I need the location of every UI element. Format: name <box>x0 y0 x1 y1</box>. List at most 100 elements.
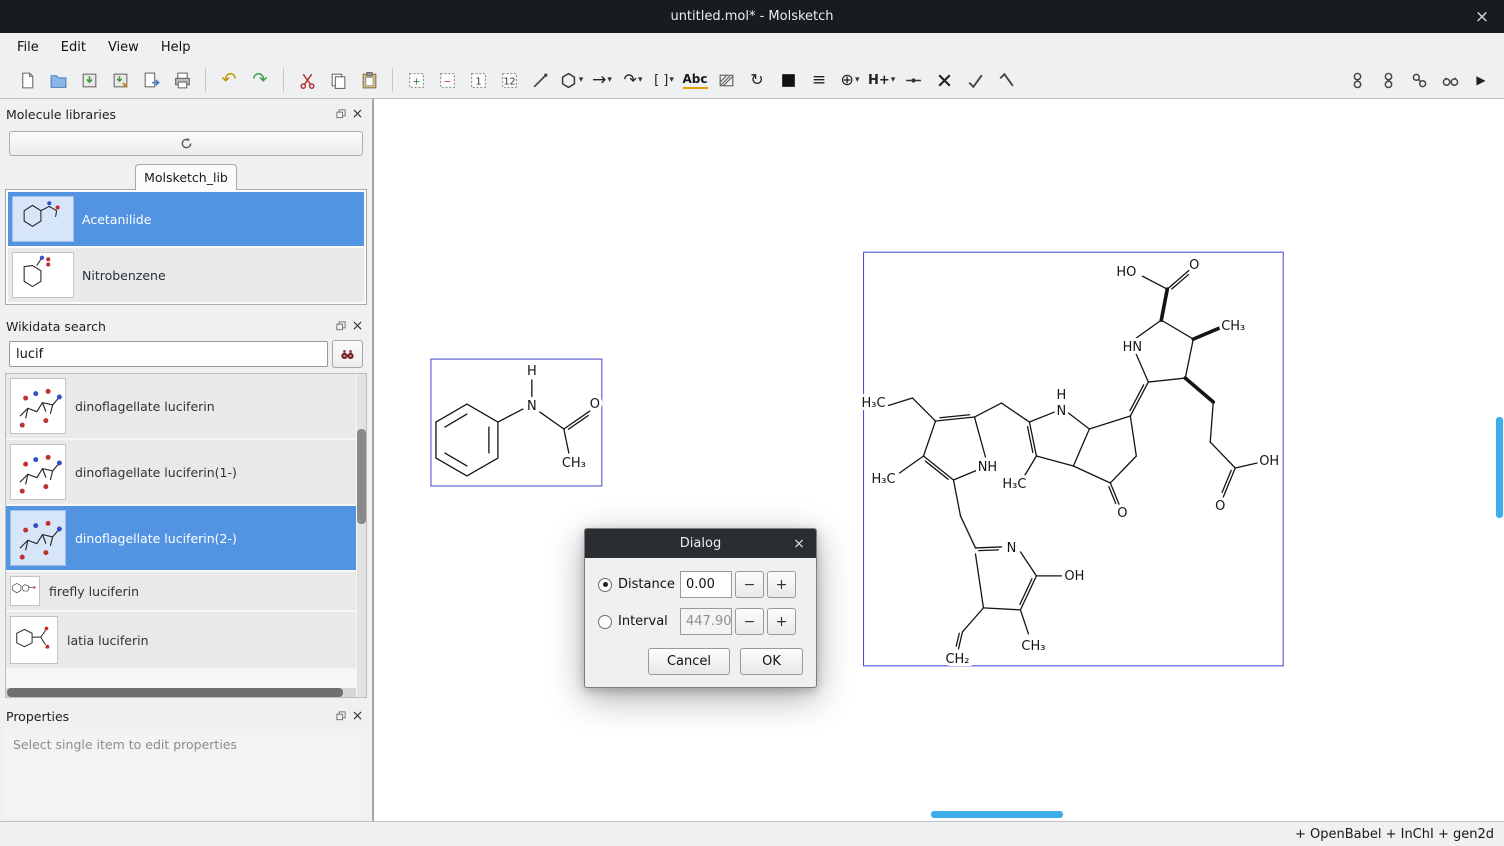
save-icon[interactable] <box>76 66 102 94</box>
distance-field[interactable]: 0.00 <box>680 571 732 598</box>
chain-tool-2-icon[interactable] <box>1375 66 1401 94</box>
wikidata-search-button[interactable] <box>332 340 363 368</box>
wikidata-horizontal-scrollbar[interactable] <box>6 688 356 697</box>
chain-tool-3-icon[interactable] <box>1406 66 1432 94</box>
library-item-label: Nitrobenzene <box>82 268 166 283</box>
copy-icon[interactable] <box>325 66 351 94</box>
ok-button[interactable]: OK <box>740 648 803 675</box>
interval-increment-button[interactable]: + <box>767 608 796 635</box>
rotate-tool-icon[interactable]: ↻ <box>744 66 770 94</box>
flip-horizontal-icon[interactable] <box>962 66 988 94</box>
wikidata-result-item[interactable]: dinoflagellate luciferin(2-) <box>6 506 356 570</box>
library-item[interactable]: Acetanilide <box>8 192 364 246</box>
bracket-tool-icon[interactable]: [ ]▾ <box>651 66 677 94</box>
dialog-titlebar[interactable]: Dialog × <box>585 529 816 558</box>
wikidata-close-icon[interactable]: × <box>349 318 366 335</box>
wikidata-float-icon[interactable] <box>332 318 349 335</box>
molecule-thumbnail <box>13 197 73 241</box>
mechanism-arrow-tool-dropdown-icon[interactable]: ▾ <box>638 75 643 85</box>
dialog-title: Dialog <box>680 536 721 551</box>
ring-tool-icon[interactable]: ▾ <box>558 66 584 94</box>
svg-text:CH₃: CH₃ <box>562 456 586 471</box>
cut-icon[interactable] <box>294 66 320 94</box>
svg-text:O: O <box>1189 258 1199 273</box>
wikidata-result-item[interactable]: firefly luciferin <box>6 572 356 610</box>
hydrogen-tool-icon[interactable]: H+▾ <box>868 66 895 94</box>
insert-plus-icon[interactable]: + <box>403 66 429 94</box>
interval-field[interactable]: 447.90 <box>680 608 732 635</box>
charge-tool-dropdown-icon[interactable]: ▾ <box>855 75 860 85</box>
text-tool-icon[interactable]: Abc <box>682 66 708 94</box>
window-close-icon[interactable]: × <box>1468 0 1496 33</box>
svg-text:N: N <box>527 399 537 414</box>
molecule-scene[interactable]: NHOCH₃HNHNNHNOHOCH₃OHOOH₃CH₃CH₃COHCH₃CH₂ <box>374 99 1504 821</box>
properties-hint: Select single item to edit properties <box>5 729 367 760</box>
dialog-close-icon[interactable]: × <box>788 529 810 558</box>
svg-text:−: − <box>443 76 451 87</box>
reaction-arrow-tool-dropdown-icon[interactable]: ▾ <box>607 75 612 85</box>
export-icon[interactable] <box>138 66 164 94</box>
bracket-tool-dropdown-icon[interactable]: ▾ <box>669 75 674 85</box>
flip-vertical-icon[interactable] <box>993 66 1019 94</box>
menu-edit[interactable]: Edit <box>50 36 97 59</box>
properties-panel: Properties × Select single item to edit … <box>0 705 372 821</box>
view-tool-icon[interactable] <box>1437 66 1463 94</box>
molecule-thumbnail <box>11 511 65 565</box>
distance-radio[interactable] <box>598 578 612 592</box>
cancel-button[interactable]: Cancel <box>648 648 730 675</box>
library-tab-molsketch-lib[interactable]: Molsketch_lib <box>135 164 237 190</box>
wikidata-search-input[interactable] <box>9 341 328 367</box>
drawing-canvas[interactable]: NHOCH₃HNHNNHNOHOCH₃OHOOH₃CH₃CH₃COHCH₃CH₂… <box>373 99 1504 821</box>
redo-icon[interactable]: ↷ <box>247 66 273 94</box>
delete-tool-icon[interactable] <box>931 66 957 94</box>
canvas-horizontal-scrollbar[interactable] <box>931 811 1063 818</box>
wikidata-result-label: firefly luciferin <box>49 584 139 599</box>
distance-increment-button[interactable]: + <box>767 571 796 598</box>
properties-body: Select single item to edit properties <box>5 729 367 817</box>
libraries-panel-header: Molecule libraries × <box>0 103 372 125</box>
line-width-icon[interactable]: ≡ <box>806 66 832 94</box>
new-file-icon[interactable] <box>14 66 40 94</box>
svg-text:CH₂: CH₂ <box>945 652 969 667</box>
menu-view[interactable]: View <box>97 36 150 59</box>
color-swatch-icon[interactable] <box>775 66 801 94</box>
library-refresh-button[interactable] <box>9 131 363 156</box>
svg-text:CH₃: CH₃ <box>1021 639 1045 654</box>
chain-tool-1-icon[interactable] <box>1344 66 1370 94</box>
insert-minus-icon[interactable]: − <box>434 66 460 94</box>
undo-icon[interactable]: ↶ <box>216 66 242 94</box>
status-text: + OpenBabel + InChI + gen2d <box>1295 827 1494 842</box>
molecule-thumbnail <box>11 379 65 433</box>
interval-radio[interactable] <box>598 615 612 629</box>
interval-decrement-button[interactable]: − <box>735 608 764 635</box>
libraries-close-icon[interactable]: × <box>349 106 366 123</box>
open-file-icon[interactable] <box>45 66 71 94</box>
distance-decrement-button[interactable]: − <box>735 571 764 598</box>
wikidata-result-item[interactable]: dinoflagellate luciferin(1-) <box>6 440 356 504</box>
reaction-arrow-tool-icon[interactable]: →▾ <box>589 66 615 94</box>
libraries-float-icon[interactable] <box>332 106 349 123</box>
library-item[interactable]: Nitrobenzene <box>8 248 364 302</box>
insert-one-icon[interactable]: 1 <box>465 66 491 94</box>
mechanism-arrow-tool-icon[interactable]: ↷▾ <box>620 66 646 94</box>
wikidata-result-item[interactable]: dinoflagellate luciferin <box>6 374 356 438</box>
print-icon[interactable] <box>169 66 195 94</box>
wikidata-vertical-scrollbar[interactable] <box>357 374 366 697</box>
canvas-vertical-scrollbar[interactable] <box>1496 417 1503 518</box>
draw-tool-icon[interactable] <box>527 66 553 94</box>
insert-ratio-icon[interactable]: 12 <box>496 66 522 94</box>
menu-help[interactable]: Help <box>150 36 202 59</box>
toolbar-overflow-icon[interactable]: ▶ <box>1468 66 1494 94</box>
ring-tool-dropdown-icon[interactable]: ▾ <box>579 75 584 85</box>
wikidata-result-item[interactable]: latia luciferin <box>6 612 356 668</box>
charge-tool-icon[interactable]: ⊕▾ <box>837 66 863 94</box>
paste-icon[interactable] <box>356 66 382 94</box>
titlebar[interactable]: untitled.mol* - Molsketch × <box>0 0 1504 33</box>
properties-float-icon[interactable] <box>332 708 349 725</box>
connect-tool-icon[interactable] <box>900 66 926 94</box>
save-as-icon[interactable] <box>107 66 133 94</box>
menu-file[interactable]: File <box>6 36 50 59</box>
hatch-tool-icon[interactable] <box>713 66 739 94</box>
properties-close-icon[interactable]: × <box>349 708 366 725</box>
hydrogen-tool-dropdown-icon[interactable]: ▾ <box>891 75 896 85</box>
